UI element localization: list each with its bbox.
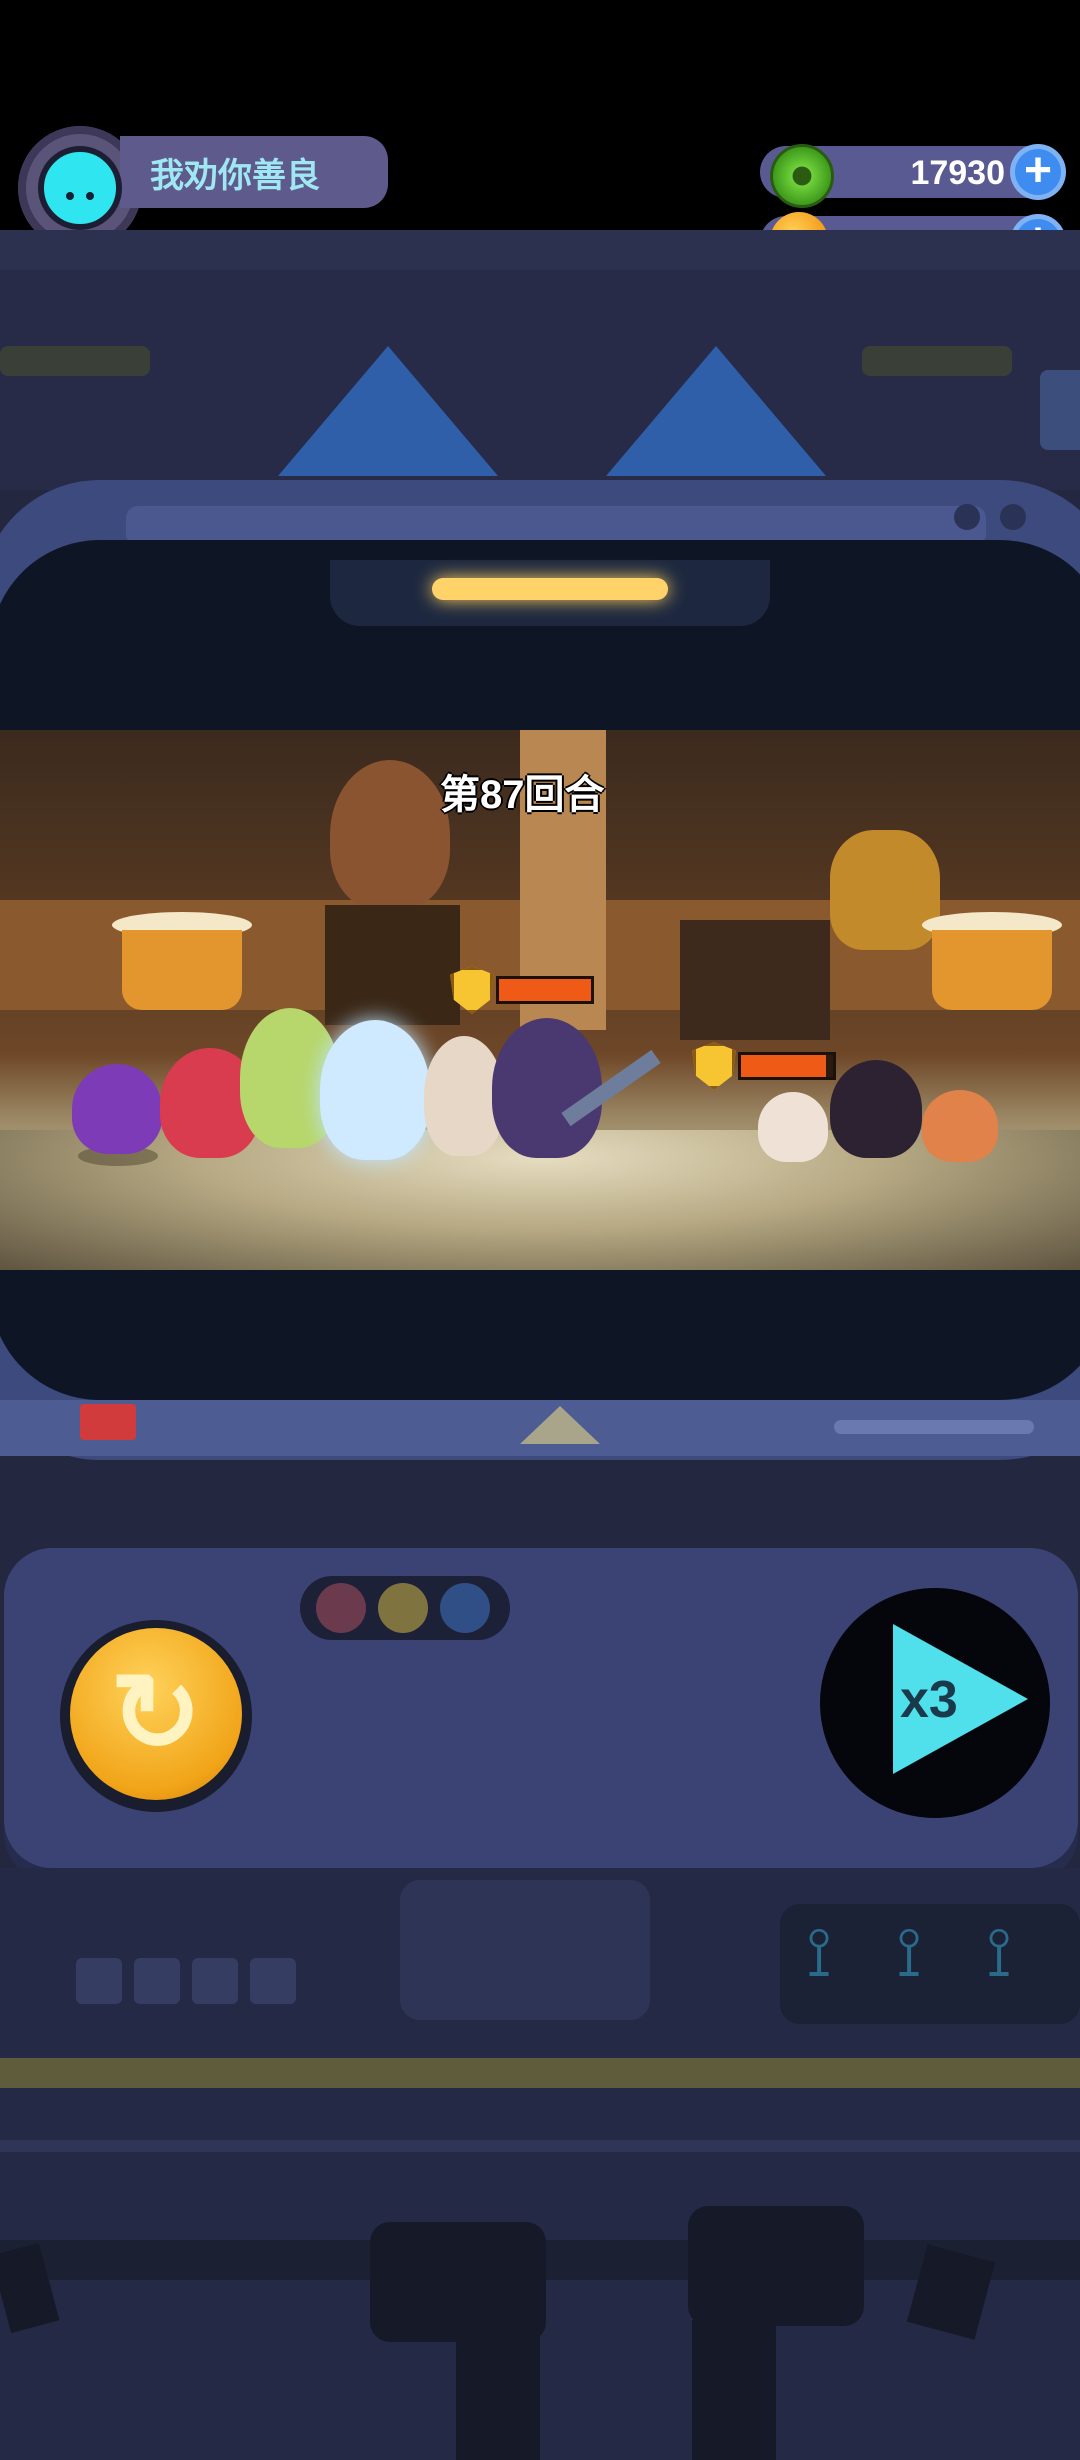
sprout-icon-1: ⟟	[806, 1913, 833, 1991]
left-slot	[0, 346, 150, 376]
frame-screw-1	[954, 504, 980, 530]
avatar[interactable]	[38, 146, 122, 230]
right-ear-decor	[606, 346, 826, 476]
enemy-mushroom-dark[interactable]	[830, 1060, 922, 1158]
lower-button-2	[134, 1958, 180, 2004]
right-slot	[862, 346, 1012, 376]
hero-purple[interactable]	[72, 1064, 162, 1154]
machine-upper-panel	[0, 270, 1080, 490]
indicator-light-red	[316, 1583, 366, 1633]
right-drum	[922, 912, 1062, 1062]
left-drum	[112, 912, 252, 1062]
hero-dark-knight[interactable]	[492, 1018, 602, 1158]
right-stand	[680, 920, 830, 1040]
lower-button-4	[250, 1958, 296, 2004]
hero-hp-bar	[496, 976, 594, 1004]
rail	[0, 2140, 1080, 2152]
sprout-icon-3: ⟟	[986, 1913, 1013, 1991]
enemy-mushroom-orange[interactable]	[922, 1090, 998, 1162]
hero-ice[interactable]	[320, 1020, 430, 1160]
round-counter: 第87回合	[440, 773, 605, 817]
left-ear-decor	[278, 346, 498, 476]
speed-label[interactable]: x3	[900, 1670, 958, 1730]
yellow-stripe	[0, 2058, 1080, 2088]
frame-screw-2	[1000, 504, 1026, 530]
pipe-joint-right	[688, 2206, 864, 2326]
frame-slot	[834, 1420, 1034, 1434]
indicator-light-blue	[440, 1583, 490, 1633]
sprout-icon-2: ⟟	[896, 1913, 923, 1991]
player-name: 我劝你善良	[150, 157, 320, 195]
refresh-icon[interactable]: ↻	[70, 1628, 242, 1800]
side-tab-button[interactable]	[1040, 370, 1080, 450]
pipe-down-right	[692, 2320, 776, 2460]
mask-totem	[330, 760, 450, 910]
frame-arrow	[520, 1406, 600, 1444]
pipe-down-left	[456, 2330, 540, 2460]
currency-1-value: 17930	[910, 154, 1005, 192]
red-indicator	[80, 1404, 136, 1440]
indicator-light-yellow	[378, 1583, 428, 1633]
pipe-joint-left	[370, 2222, 546, 2342]
lower-panel	[400, 1880, 650, 2020]
machine-top-band	[0, 230, 1080, 270]
add-currency-1-button[interactable]: +	[1010, 144, 1066, 200]
screen-lamp	[432, 578, 668, 600]
totem-stand	[325, 905, 460, 1025]
cat-face-icon	[54, 164, 106, 214]
lower-button-3	[192, 1958, 238, 2004]
lower-button-1	[76, 1958, 122, 2004]
enemy-mushroom-white[interactable]	[758, 1092, 828, 1162]
enemy-hp-bar	[738, 1052, 836, 1080]
